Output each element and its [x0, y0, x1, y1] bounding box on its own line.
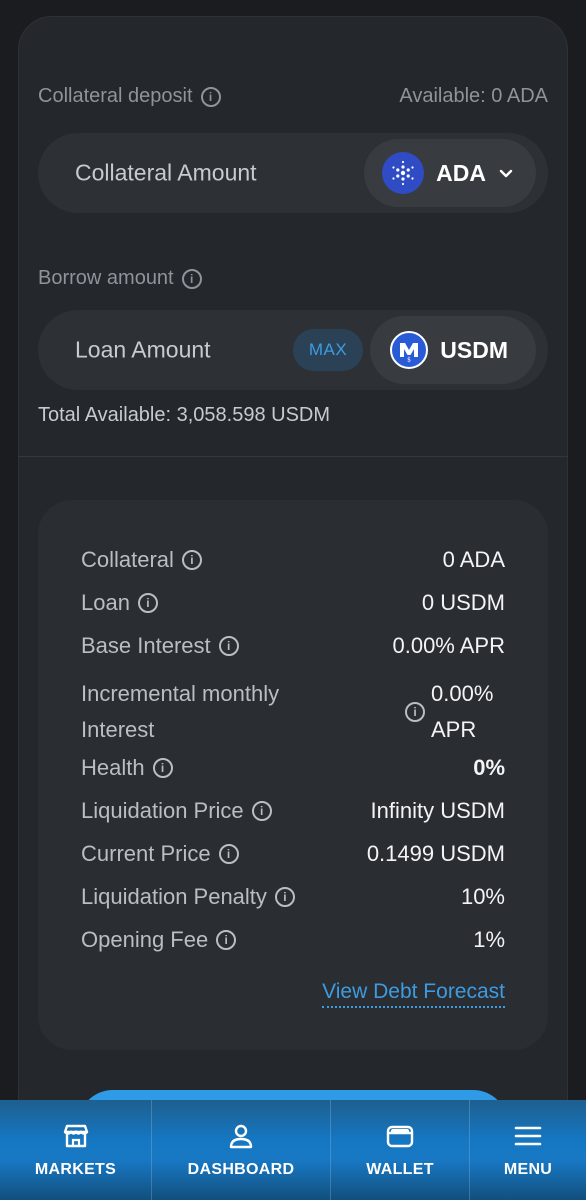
collateral-token-selector[interactable]: ADA	[364, 139, 536, 207]
hamburger-icon	[514, 1126, 542, 1146]
collateral-available: Available: 0 ADA	[399, 85, 548, 107]
summary-row-loan: Loan i 0 USDM	[81, 590, 505, 615]
divider	[18, 456, 568, 457]
nav-item-dashboard[interactable]: DASHBOARD	[152, 1100, 331, 1200]
info-icon[interactable]: i	[152, 758, 173, 778]
user-icon	[229, 1124, 253, 1149]
loan-token-display: $ USDM	[370, 316, 536, 384]
summary-row-health: Health i 0%	[81, 755, 505, 780]
summary-row-liquidation-penalty: Liquidation Penalty i 10%	[81, 884, 505, 909]
wallet-icon	[386, 1125, 414, 1148]
nav-item-wallet[interactable]: WALLET	[331, 1100, 470, 1200]
total-available: Total Available: 3,058.598 USDM	[38, 404, 331, 426]
loan-token-name: USDM	[440, 336, 508, 363]
info-icon[interactable]: i	[218, 844, 239, 864]
page: Collateral deposit i Available: 0 ADA Co…	[0, 0, 586, 1200]
usdm-logo-icon: $	[390, 331, 429, 369]
summary-row-collateral: Collateral i 0 ADA	[81, 547, 505, 572]
loan-summary-panel: Collateral i 0 ADA Loan i 0 USDM Base Inte…	[38, 500, 548, 1050]
store-icon	[63, 1124, 88, 1148]
info-icon[interactable]: i	[405, 702, 425, 722]
chevron-down-icon	[499, 169, 513, 178]
max-button[interactable]: MAX	[293, 329, 363, 371]
nav-item-menu[interactable]: MENU	[470, 1100, 586, 1200]
svg-text:$: $	[407, 357, 411, 364]
summary-row-incremental-interest: Incremental monthly Interest i 0.00% APR	[81, 681, 494, 742]
info-icon[interactable]: i	[181, 268, 202, 289]
info-icon[interactable]: i	[274, 887, 295, 907]
nav-item-markets[interactable]: MARKETS	[0, 1100, 152, 1200]
info-icon[interactable]: i	[216, 930, 237, 950]
ada-logo-icon	[382, 152, 425, 194]
collateral-token-name: ADA	[436, 159, 486, 186]
summary-row-liquidation-price: Liquidation Price i Infinity USDM	[81, 798, 505, 823]
info-icon[interactable]: i	[200, 86, 221, 107]
summary-row-base-interest: Base Interest i 0.00% APR	[81, 633, 505, 658]
info-icon[interactable]: i	[218, 636, 239, 656]
collateral-amount-input[interactable]: Collateral Amount ADA	[38, 133, 548, 213]
info-icon[interactable]: i	[181, 550, 202, 570]
collateral-deposit-label: Collateral deposit i	[38, 85, 221, 108]
summary-row-opening-fee: Opening Fee i 1%	[81, 927, 505, 952]
view-debt-forecast-link[interactable]: View Debt Forecast	[322, 980, 505, 1008]
info-icon[interactable]: i	[137, 593, 158, 613]
borrow-amount-label: Borrow amount i	[38, 267, 202, 290]
bottom-nav: MARKETS DASHBOARD WALLET MENU	[0, 1100, 586, 1200]
loan-amount-placeholder: Loan Amount	[75, 336, 211, 363]
loan-amount-input[interactable]: Loan Amount MAX $ USDM	[38, 310, 548, 390]
collateral-amount-placeholder: Collateral Amount	[75, 159, 257, 186]
info-icon[interactable]: i	[251, 801, 272, 821]
summary-row-current-price: Current Price i 0.1499 USDM	[81, 841, 505, 866]
